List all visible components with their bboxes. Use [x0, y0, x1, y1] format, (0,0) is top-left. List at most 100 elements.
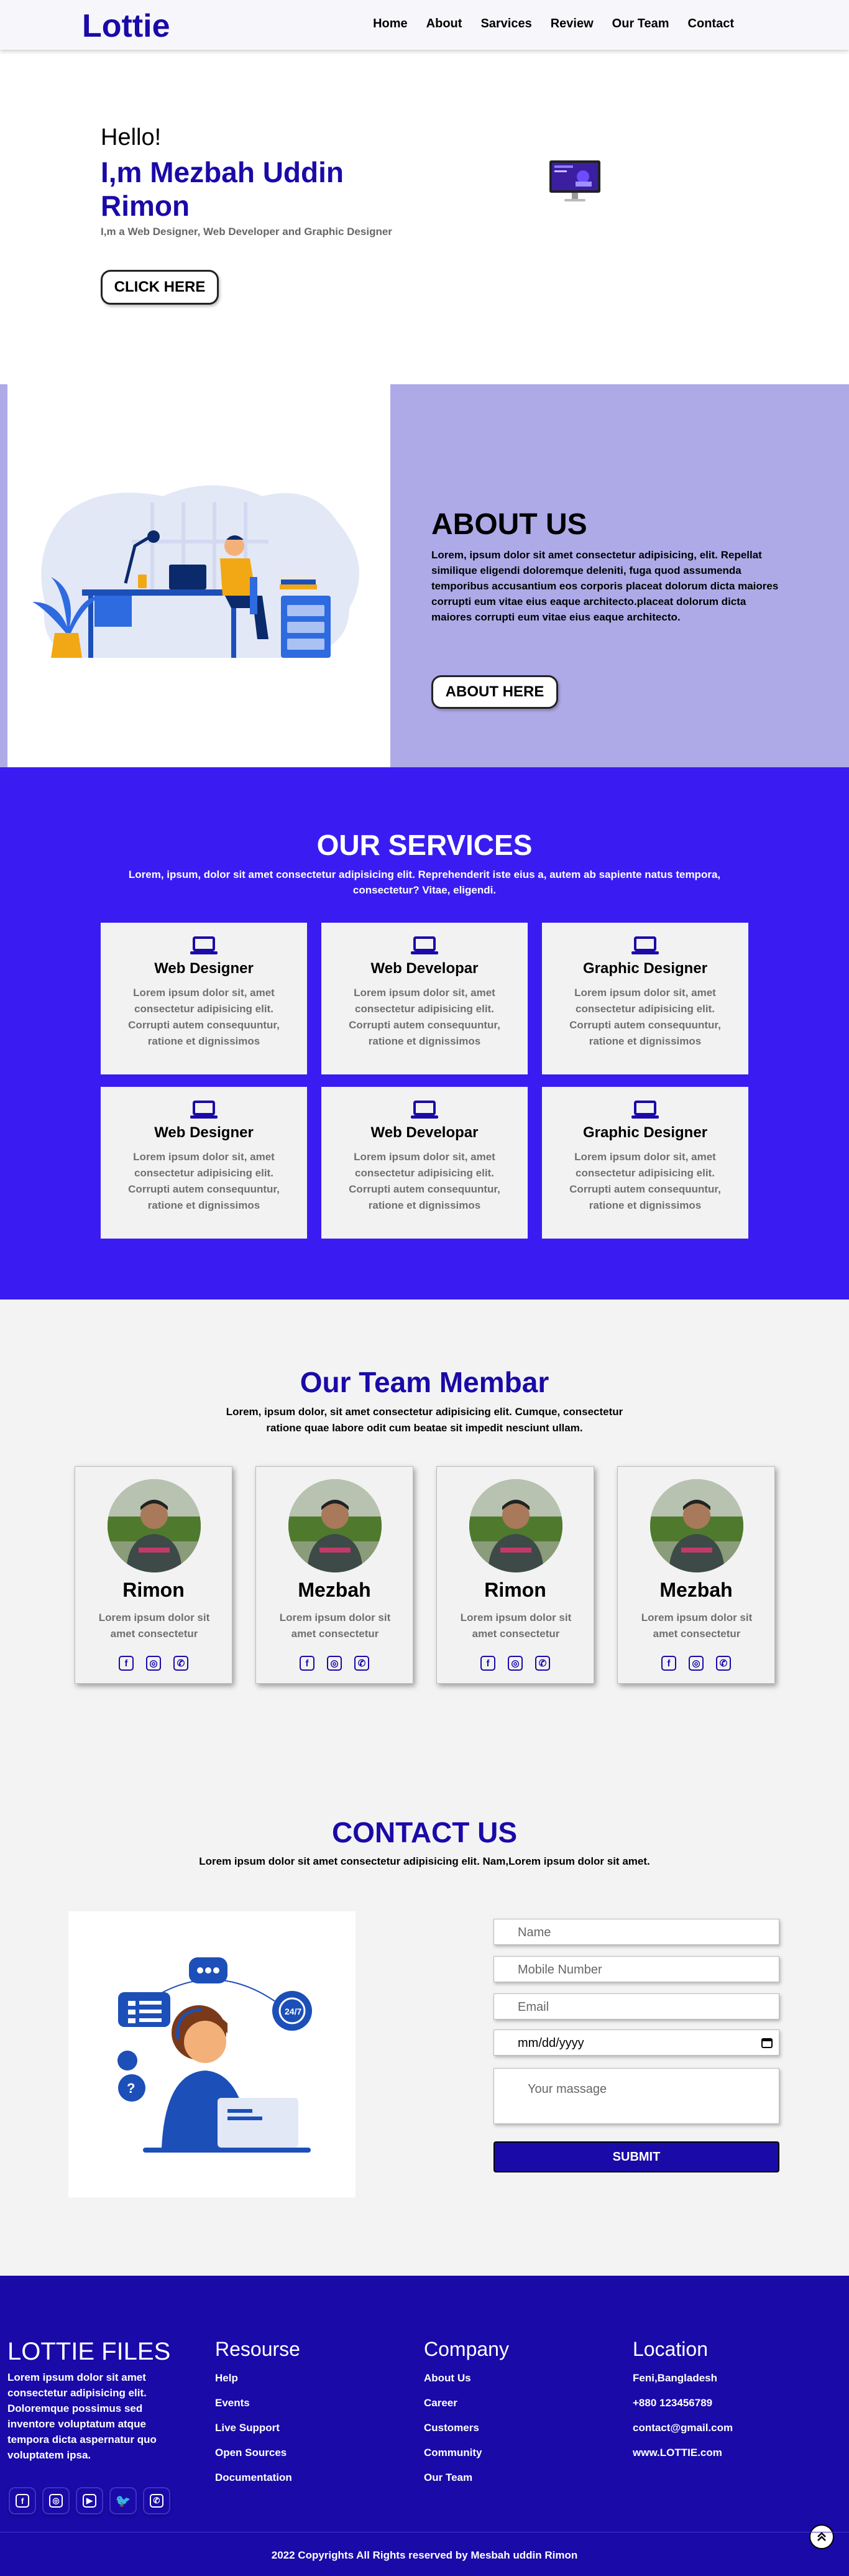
footer-link-live-support[interactable]: Live Support: [215, 2422, 300, 2434]
footer-link-community[interactable]: Community: [424, 2447, 509, 2459]
nav-item-services[interactable]: Sarvices: [480, 17, 531, 31]
services-text: Lorem, ipsum, dolor sit amet consectetur…: [128, 869, 721, 896]
social-links: f ◎ ✆: [437, 1656, 594, 1671]
about-content-panel: ABOUT US Lorem, ipsum dolor sit amet con…: [390, 384, 849, 767]
avatar: [650, 1479, 743, 1572]
nav-item-home[interactable]: Home: [373, 17, 408, 31]
service-card-text: Lorem ipsum dolor sit, amet consectetur …: [128, 1151, 280, 1211]
support-agent-illustration: 24/7 ?: [68, 1911, 356, 2197]
instagram-icon[interactable]: ◎: [44, 2488, 68, 2513]
footer-location-column: Location Feni,Bangladesh +880 123456789 …: [633, 2338, 733, 2472]
contact-section: CONTACT US Lorem ipsum dolor sit amet co…: [0, 1778, 849, 2276]
nav-item-our-team[interactable]: Our Team: [612, 17, 669, 31]
avatar: [469, 1479, 562, 1572]
service-card: Graphic Designer Lorem ipsum dolor sit, …: [542, 1087, 748, 1239]
social-links: f ◎ ✆: [75, 1656, 232, 1671]
service-card-text: Lorem ipsum dolor sit, amet consectetur …: [349, 1151, 500, 1211]
footer-brand: LOTTIE FILES Lorem ipsum dolor sit amet …: [7, 2338, 181, 2463]
team-member-name: Mezbah: [298, 1579, 371, 1601]
twitter-icon[interactable]: 🐦: [111, 2488, 135, 2513]
service-card: Web Designer Lorem ipsum dolor sit, amet…: [101, 923, 307, 1074]
footer-link-help[interactable]: Help: [215, 2372, 300, 2384]
footer-link-about-us[interactable]: About Us: [424, 2372, 509, 2384]
footer-link-career[interactable]: Career: [424, 2397, 509, 2409]
whatsapp-icon[interactable]: ✆: [173, 1656, 188, 1671]
facebook-icon[interactable]: f: [300, 1656, 314, 1671]
team-heading: Our Team Membar: [300, 1366, 549, 1398]
nav-item-about[interactable]: About: [426, 17, 462, 31]
services-section: OUR SERVICES Lorem, ipsum, dolor sit ame…: [0, 767, 849, 1300]
svg-text:?: ?: [127, 2080, 135, 2096]
about-section: ABOUT US Lorem, ipsum dolor sit amet con…: [0, 384, 849, 767]
laptop-icon: [411, 936, 438, 954]
footer-company-heading: Company: [424, 2338, 509, 2360]
desk-workspace-illustration: [32, 485, 360, 658]
team-member-text: Lorem ipsum dolor sit amet consectetur: [460, 1612, 572, 1640]
instagram-icon[interactable]: ◎: [689, 1656, 704, 1671]
whatsapp-icon[interactable]: ✆: [716, 1656, 731, 1671]
team-card: Rimon Lorem ipsum dolor sit amet consect…: [436, 1466, 594, 1684]
copyright-text: 2022 Copyrights All Rights reserved by M…: [271, 2549, 578, 2561]
about-text: Lorem, ipsum dolor sit amet consectetur …: [431, 549, 779, 623]
instagram-icon[interactable]: ◎: [508, 1656, 523, 1671]
hero-greeting: Hello!: [101, 124, 162, 150]
footer: LOTTIE FILES Lorem ipsum dolor sit amet …: [0, 2276, 849, 2576]
footer-link-documentation[interactable]: Documentation: [215, 2472, 300, 2484]
service-card-title: Graphic Designer: [582, 1124, 708, 1141]
click-here-button[interactable]: CLICK HERE: [101, 270, 219, 305]
laptop-icon: [631, 1101, 659, 1119]
footer-link-customers[interactable]: Customers: [424, 2422, 509, 2434]
svg-text:24/7: 24/7: [285, 2006, 301, 2016]
service-card: Graphic Designer Lorem ipsum dolor sit, …: [542, 923, 748, 1074]
about-here-button[interactable]: ABOUT HERE: [431, 675, 558, 709]
submit-button[interactable]: SUBMIT: [493, 2141, 779, 2172]
footer-location-heading: Location: [633, 2338, 708, 2360]
footer-link-our-team[interactable]: Our Team: [424, 2472, 509, 2484]
service-card-text: Lorem ipsum dolor sit, amet consectetur …: [349, 987, 500, 1047]
date-field[interactable]: mm/dd/yyyy: [493, 2029, 779, 2056]
instagram-icon[interactable]: ◎: [146, 1656, 161, 1671]
mobile-number-field[interactable]: Mobile Number: [493, 1956, 779, 1982]
youtube-icon[interactable]: ▶: [77, 2488, 102, 2513]
whatsapp-icon[interactable]: ✆: [535, 1656, 550, 1671]
email-field[interactable]: Email: [493, 1993, 779, 2020]
nav-item-contact[interactable]: Contact: [688, 17, 734, 31]
team-text: Lorem, ipsum dolor, sit amet consectetur…: [226, 1406, 623, 1434]
facebook-icon[interactable]: f: [119, 1656, 134, 1671]
site-logo[interactable]: Lottie: [82, 7, 170, 45]
footer-brand-text: Lorem ipsum dolor sit amet consectetur a…: [7, 2371, 157, 2461]
scroll-to-top-button[interactable]: [809, 2524, 834, 2549]
laptop-icon: [190, 936, 218, 954]
nav-menu: Home About Sarvices Review Our Team Cont…: [373, 17, 734, 31]
whatsapp-icon[interactable]: ✆: [144, 2488, 169, 2513]
team-section: Our Team Membar Lorem, ipsum dolor, sit …: [0, 1300, 849, 1778]
team-member-name: Rimon: [484, 1579, 546, 1601]
services-heading: OUR SERVICES: [316, 829, 533, 861]
facebook-icon[interactable]: f: [10, 2488, 35, 2513]
footer-location-website[interactable]: www.LOTTIE.com: [633, 2447, 733, 2459]
service-card: Web Developar Lorem ipsum dolor sit, ame…: [321, 923, 528, 1074]
service-card-text: Lorem ipsum dolor sit, amet consectetur …: [569, 1151, 721, 1211]
service-card: Web Developar Lorem ipsum dolor sit, ame…: [321, 1087, 528, 1239]
service-card-text: Lorem ipsum dolor sit, amet consectetur …: [569, 987, 721, 1047]
instagram-icon[interactable]: ◎: [327, 1656, 342, 1671]
laptop-icon: [631, 936, 659, 954]
footer-link-open-sources[interactable]: Open Sources: [215, 2447, 300, 2459]
top-navbar: Lottie Home About Sarvices Review Our Te…: [0, 0, 849, 50]
facebook-icon[interactable]: f: [661, 1656, 676, 1671]
footer-link-events[interactable]: Events: [215, 2397, 300, 2409]
footer-brand-title: LOTTIE FILES: [7, 2338, 171, 2365]
avatar: [288, 1479, 382, 1572]
whatsapp-icon[interactable]: ✆: [354, 1656, 369, 1671]
team-member-text: Lorem ipsum dolor sit amet consectetur: [641, 1612, 753, 1640]
team-member-text: Lorem ipsum dolor sit amet consectetur: [279, 1612, 391, 1640]
message-textarea[interactable]: Your massage: [493, 2068, 779, 2124]
facebook-icon[interactable]: f: [480, 1656, 495, 1671]
footer-social-links: f ◎ ▶ 🐦 ✆: [10, 2488, 169, 2513]
name-field[interactable]: Name: [493, 1919, 779, 1945]
footer-location-email[interactable]: contact@gmail.com: [633, 2422, 733, 2434]
nav-item-review[interactable]: Review: [551, 17, 594, 31]
service-card-title: Web Designer: [154, 1124, 254, 1141]
contact-text: Lorem ipsum dolor sit amet consectetur a…: [199, 1855, 650, 1867]
calendar-icon[interactable]: [761, 2037, 773, 2048]
